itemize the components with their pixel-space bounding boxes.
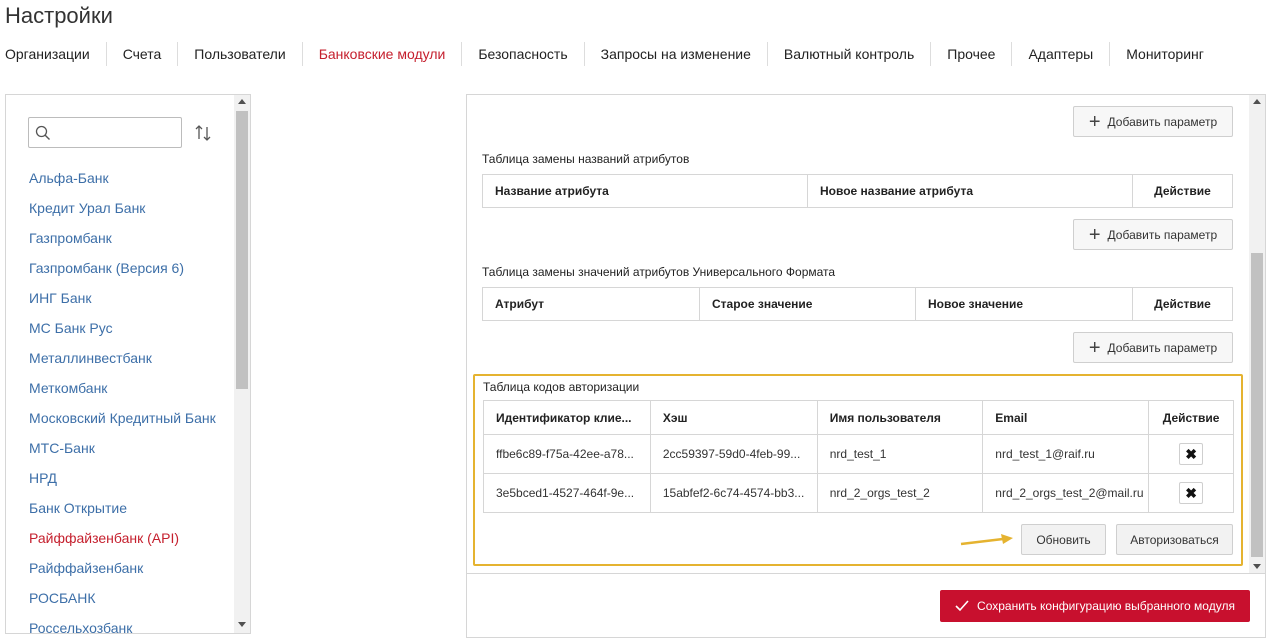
footer-divider bbox=[467, 573, 1265, 574]
bank-list-item[interactable]: Райффайзенбанк bbox=[29, 553, 216, 583]
scroll-down-icon[interactable] bbox=[238, 622, 246, 627]
module-config-panel: + Добавить параметр Таблица замены назва… bbox=[466, 94, 1266, 638]
tab-5[interactable]: Запросы на изменение bbox=[583, 42, 767, 66]
tab-2[interactable]: Пользователи bbox=[177, 42, 301, 66]
column-header: Хэш bbox=[649, 400, 818, 435]
plus-icon: + bbox=[1088, 110, 1101, 133]
auth-codes-table: Идентификатор клие... Хэш Имя пользовате… bbox=[483, 400, 1234, 513]
add-parameter-label: Добавить параметр bbox=[1107, 114, 1218, 129]
bank-list-item[interactable]: Кредит Урал Банк bbox=[29, 193, 216, 223]
plus-icon: + bbox=[1088, 336, 1101, 359]
search-input[interactable] bbox=[55, 122, 177, 144]
action-cell: ✖ bbox=[1148, 473, 1234, 513]
page-title: Настройки bbox=[5, 3, 113, 28]
add-parameter-button[interactable]: + Добавить параметр bbox=[1073, 332, 1233, 363]
delete-row-button[interactable]: ✖ bbox=[1179, 443, 1204, 465]
add-parameter-label: Добавить параметр bbox=[1107, 340, 1218, 355]
tab-9[interactable]: Мониторинг bbox=[1109, 42, 1220, 66]
bank-list-item[interactable]: Газпромбанк bbox=[29, 223, 216, 253]
authorize-button[interactable]: Авторизоваться bbox=[1116, 524, 1233, 555]
bank-list-item[interactable]: Московский Кредитный Банк bbox=[29, 403, 216, 433]
column-header: Атрибут bbox=[483, 288, 700, 320]
bank-list-item[interactable]: Райффайзенбанк (API) bbox=[29, 523, 216, 553]
bank-list: Альфа-Банк Кредит Урал Банк Газпромбанк Газ… bbox=[29, 163, 216, 633]
search-box bbox=[28, 117, 182, 148]
settings-tabs: Организации Счета Пользователи Банковские м… bbox=[0, 42, 1220, 66]
table-row: 3e5bced1-4527-464f-9e... 15abfef2-6c74-4… bbox=[483, 473, 1234, 513]
column-header: Действие bbox=[1154, 297, 1211, 311]
auth-codes-table-title: Таблица кодов авторизации bbox=[483, 380, 640, 394]
bank-list-item[interactable]: НРД bbox=[29, 463, 216, 493]
scroll-up-icon[interactable] bbox=[238, 99, 246, 104]
sidebar-scrollbar[interactable] bbox=[234, 95, 250, 633]
attr-names-table-header: Название атрибута Новое название атрибут… bbox=[482, 174, 1233, 208]
bank-list-item[interactable]: МС Банк Рус bbox=[29, 313, 216, 343]
arrow-pointer-icon bbox=[960, 534, 1013, 546]
auth-codes-section: Таблица кодов авторизации Идентификатор … bbox=[473, 374, 1243, 566]
sort-icon[interactable] bbox=[193, 123, 213, 143]
column-header: Email bbox=[982, 400, 1150, 435]
username-cell: nrd_2_orgs_test_2 bbox=[816, 473, 984, 513]
refresh-button[interactable]: Обновить bbox=[1021, 524, 1106, 555]
tab-1[interactable]: Счета bbox=[105, 42, 178, 66]
email-cell: nrd_test_1@raif.ru bbox=[982, 434, 1150, 474]
scroll-down-icon[interactable] bbox=[1253, 564, 1261, 569]
scroll-up-icon[interactable] bbox=[1253, 99, 1261, 104]
email-cell: nrd_2_orgs_test_2@mail.ru bbox=[982, 473, 1150, 513]
attr-values-table-title: Таблица замены значений атрибутов Универ… bbox=[482, 265, 836, 279]
plus-icon: + bbox=[1088, 223, 1101, 246]
scrollbar-thumb[interactable] bbox=[1251, 253, 1263, 557]
close-icon: ✖ bbox=[1185, 445, 1197, 462]
client-id-cell: 3e5bced1-4527-464f-9e... bbox=[483, 473, 651, 513]
bank-list-item[interactable]: МТС-Банк bbox=[29, 433, 216, 463]
delete-row-button[interactable]: ✖ bbox=[1179, 482, 1204, 504]
bank-list-panel: Альфа-Банк Кредит Урал Банк Газпромбанк Газ… bbox=[5, 94, 251, 634]
tab-7[interactable]: Прочее bbox=[930, 42, 1011, 66]
panel-scrollbar[interactable] bbox=[1249, 95, 1265, 573]
client-id-cell: ffbe6c89-f75a-42ee-a78... bbox=[483, 434, 651, 474]
tab-0[interactable]: Организации bbox=[0, 42, 106, 66]
bank-list-item[interactable]: Металлинвестбанк bbox=[29, 343, 216, 373]
bank-list-item[interactable]: РОСБАНК bbox=[29, 583, 216, 613]
column-header: Идентификатор клие... bbox=[483, 400, 651, 435]
table-header-row: Идентификатор клие... Хэш Имя пользовате… bbox=[483, 400, 1234, 435]
column-header: Старое значение bbox=[700, 288, 916, 320]
column-header: Новое название атрибута bbox=[808, 175, 1133, 207]
tab-3[interactable]: Банковские модули bbox=[301, 42, 462, 66]
save-config-button[interactable]: Сохранить конфигурацию выбранного модуля bbox=[940, 590, 1250, 622]
hash-cell: 15abfef2-6c74-4574-bb3... bbox=[649, 473, 818, 513]
search-icon bbox=[35, 125, 50, 140]
bank-list-item[interactable]: Меткомбанк bbox=[29, 373, 216, 403]
bank-list-item[interactable]: Альфа-Банк bbox=[29, 163, 216, 193]
tab-8[interactable]: Адаптеры bbox=[1011, 42, 1109, 66]
attr-values-table-header: Атрибут Старое значение Новое значение Д… bbox=[482, 287, 1233, 321]
bank-list-item[interactable]: ИНГ Банк bbox=[29, 283, 216, 313]
tab-4[interactable]: Безопасность bbox=[461, 42, 583, 66]
action-cell: ✖ bbox=[1148, 434, 1234, 474]
save-config-label: Сохранить конфигурацию выбранного модуля bbox=[977, 599, 1235, 613]
hash-cell: 2cc59397-59d0-4feb-99... bbox=[649, 434, 818, 474]
table-row: ffbe6c89-f75a-42ee-a78... 2cc59397-59d0-… bbox=[483, 434, 1234, 474]
username-cell: nrd_test_1 bbox=[816, 434, 984, 474]
column-header: Действие bbox=[1154, 184, 1211, 198]
add-parameter-button[interactable]: + Добавить параметр bbox=[1073, 219, 1233, 250]
add-parameter-label: Добавить параметр bbox=[1107, 227, 1218, 242]
column-header: Название атрибута bbox=[483, 175, 808, 207]
scrollbar-thumb[interactable] bbox=[236, 111, 248, 389]
bank-list-item[interactable]: Россельхозбанк bbox=[29, 613, 216, 633]
close-icon: ✖ bbox=[1185, 484, 1197, 501]
attr-names-table-title: Таблица замены названий атрибутов bbox=[482, 152, 690, 166]
column-header: Новое значение bbox=[916, 288, 1133, 320]
bank-list-item[interactable]: Банк Открытие bbox=[29, 493, 216, 523]
bank-list-item[interactable]: Газпромбанк (Версия 6) bbox=[29, 253, 216, 283]
checkmark-icon bbox=[955, 600, 969, 612]
add-parameter-button[interactable]: + Добавить параметр bbox=[1073, 106, 1233, 137]
column-header: Имя пользователя bbox=[816, 400, 984, 435]
tab-6[interactable]: Валютный контроль bbox=[766, 42, 930, 66]
column-header: Действие bbox=[1148, 400, 1234, 435]
